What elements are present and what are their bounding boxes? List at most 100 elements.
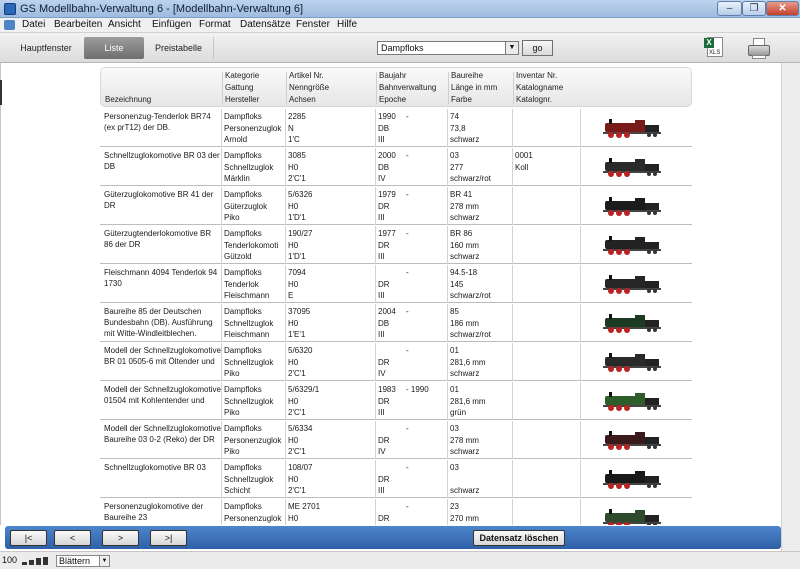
table-row[interactable]: Güterzuglokomotive BR 41 der DR Dampfloks… — [100, 187, 692, 225]
row-baureihe-line: schwarz — [450, 252, 480, 261]
zoom-level[interactable]: 100 — [2, 555, 17, 565]
row-artikel: 37095 H0 1'E'1 — [288, 306, 374, 341]
row-baureihe-line: 281,6 mm — [450, 357, 486, 367]
table-row[interactable]: Modell der Schnellzuglokomotive 01504 mi… — [100, 382, 692, 420]
row-artikel-line: 1'C — [288, 135, 300, 144]
table-row[interactable]: Schnellzuglokomotive BR 03 Dampfloks Schne… — [100, 460, 692, 498]
excel-export-icon[interactable]: X XLS — [704, 36, 726, 60]
next-record-button[interactable]: > — [102, 530, 139, 546]
chevron-down-icon[interactable]: ▼ — [505, 42, 518, 54]
category-filter-select[interactable]: Dampfloks ▼ — [377, 41, 519, 55]
vertical-scrollbar[interactable] — [781, 63, 800, 551]
locomotive-thumbnail[interactable] — [597, 351, 663, 373]
locomotive-thumbnail[interactable] — [597, 390, 663, 412]
row-inventar-line — [515, 462, 577, 474]
row-baujahr-line: IV — [378, 369, 386, 378]
chevron-down-icon[interactable]: ▼ — [99, 556, 109, 566]
row-inventar-line — [515, 123, 577, 135]
row-inventar-line — [515, 279, 577, 291]
column-divider — [375, 148, 376, 186]
first-record-button[interactable]: |< — [10, 530, 47, 546]
locomotive-thumbnail[interactable] — [597, 468, 663, 490]
mode-select[interactable]: Blättern ▼ — [56, 555, 110, 567]
row-baureihe-line: 74 — [450, 112, 459, 121]
printer-icon[interactable] — [748, 38, 770, 60]
row-baureihe: 03 277 schwarz/rot — [450, 150, 512, 185]
table-row[interactable]: Modell der Schnellzuglokomotive Baureihe… — [100, 421, 692, 459]
row-artikel-line: 5/6329/1 — [288, 385, 320, 394]
tab-liste[interactable]: Liste — [84, 37, 144, 59]
row-baureihe: BR 86 160 mm schwarz — [450, 228, 512, 263]
row-inventar-line — [515, 357, 577, 369]
row-kategorie-line: Dampfloks — [224, 112, 262, 121]
locomotive-thumbnail[interactable] — [597, 273, 663, 295]
table-row[interactable]: Personenzug-Tenderlok BR74 (ex prT12) de… — [100, 109, 692, 147]
menu-format[interactable]: Format — [199, 19, 231, 30]
row-baureihe-line: 160 mm — [450, 240, 479, 250]
menu-hilfe[interactable]: Hilfe — [337, 19, 357, 30]
zoom-slider-icon[interactable] — [22, 557, 52, 565]
header-hersteller: Hersteller — [225, 95, 260, 104]
row-inventar-line — [515, 306, 577, 318]
table-row[interactable]: Güterzugtenderlokomotive BR 86 der DR Dam… — [100, 226, 692, 264]
locomotive-thumbnail[interactable] — [597, 507, 663, 525]
row-inventar-line — [515, 446, 577, 458]
menu-datensaetze[interactable]: Datensätze — [240, 19, 291, 30]
row-artikel-line: H0 — [288, 201, 299, 211]
row-baureihe: 85 186 mm schwarz/rot — [450, 306, 512, 341]
row-artikel-line: H0 — [288, 357, 299, 367]
locomotive-thumbnail[interactable] — [597, 195, 663, 217]
locomotive-thumbnail[interactable] — [597, 156, 663, 178]
menu-bearbeiten[interactable]: Bearbeiten — [54, 19, 102, 30]
table-row[interactable]: Fleischmann 4094 Tenderlok 94 1730 Dampfl… — [100, 265, 692, 303]
row-kategorie-line: Schnellzuglok — [224, 474, 274, 484]
minimize-button[interactable]: – — [717, 1, 742, 16]
row-kategorie-line: Güterzuglok — [224, 201, 268, 211]
row-kategorie-line: Tenderlok — [224, 279, 259, 289]
header-nenngroesse: Nenngröße — [289, 83, 330, 92]
row-inventar — [515, 267, 577, 302]
row-artikel-line: H0 — [288, 435, 299, 445]
table-row[interactable]: Personenzuglokomotive der Baureihe 23 Dam… — [100, 499, 692, 525]
previous-record-button[interactable]: < — [54, 530, 91, 546]
last-record-button[interactable]: >| — [150, 530, 187, 546]
row-artikel-line: H0 — [288, 318, 299, 328]
menu-fenster[interactable]: Fenster — [296, 19, 330, 30]
row-artikel-line: H0 — [288, 240, 299, 250]
locomotive-thumbnail[interactable] — [597, 429, 663, 451]
locomotive-thumbnail[interactable] — [597, 117, 663, 139]
row-baujahr-line: DR — [378, 279, 390, 289]
go-button[interactable]: go — [522, 40, 553, 56]
menu-einfuegen[interactable]: Einfügen — [152, 19, 191, 30]
row-artikel-line: H0 — [288, 474, 299, 484]
table-row[interactable]: Baureihe 85 der Deutschen Bundesbahn (DB… — [100, 304, 692, 342]
row-baujahr-range: - 1990 — [406, 385, 429, 394]
tab-preistabelle[interactable]: Preistabelle — [144, 37, 214, 59]
column-divider — [285, 382, 286, 420]
table-row[interactable]: Schnellzuglokomotive BR 03 der DB Dampflo… — [100, 148, 692, 186]
column-divider — [512, 499, 513, 525]
row-kategorie-line: Schnellzuglok — [224, 318, 274, 328]
locomotive-thumbnail[interactable] — [597, 234, 663, 256]
column-divider — [512, 421, 513, 459]
table-row[interactable]: Modell der Schnellzuglokomotive BR 01 05… — [100, 343, 692, 381]
title-bar: GS Modellbahn-Verwaltung 6 - [Modellbahn… — [0, 0, 800, 18]
mode-value: Blättern — [59, 556, 91, 566]
menu-datei[interactable]: Datei — [22, 19, 45, 30]
row-baureihe-line: schwarz/rot — [450, 330, 491, 339]
column-divider — [580, 343, 581, 381]
row-artikel-line: 1'D'1 — [288, 252, 306, 261]
row-artikel-line: H0 — [288, 279, 299, 289]
row-baureihe-line: 94.5-18 — [450, 268, 478, 277]
row-baureihe-line: schwarz — [450, 369, 480, 378]
document-icon[interactable] — [4, 20, 15, 30]
column-divider — [375, 499, 376, 525]
locomotive-thumbnail[interactable] — [597, 312, 663, 334]
delete-record-button[interactable]: Datensatz löschen — [473, 530, 565, 546]
menu-ansicht[interactable]: Ansicht — [108, 19, 141, 30]
tab-hauptfenster[interactable]: Hauptfenster — [8, 37, 84, 59]
row-kategorie-line: Dampfloks — [224, 424, 262, 433]
close-button[interactable]: ✕ — [766, 1, 799, 16]
column-divider — [375, 226, 376, 264]
maximize-button[interactable]: ❐ — [742, 1, 766, 16]
